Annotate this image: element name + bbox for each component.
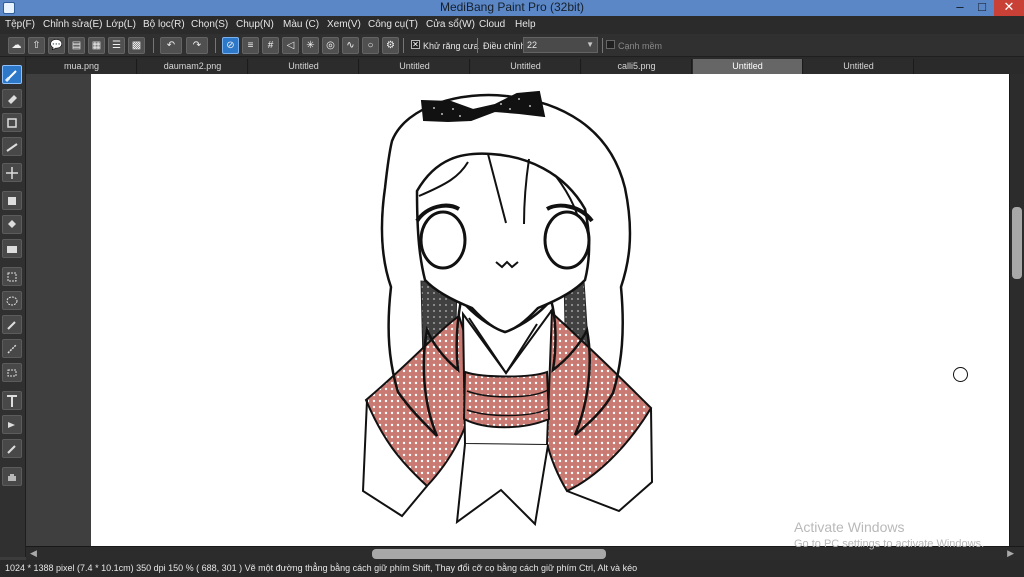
adjust-label: Điều chỉnh	[483, 41, 526, 51]
rectangle-tool-icon[interactable]	[2, 113, 22, 132]
toolbar-separator	[602, 38, 603, 53]
brush-cursor	[953, 367, 968, 382]
menu-edit[interactable]: Chỉnh sửa(E)	[43, 19, 103, 30]
radial-snap-icon[interactable]: ✳	[302, 37, 319, 54]
text-tool-icon[interactable]	[2, 391, 22, 410]
chevron-left-icon[interactable]: ◀	[30, 548, 37, 559]
horizontal-scrollbar[interactable]: ◀ ▶	[26, 546, 1024, 560]
layers-icon[interactable]: ☰	[108, 37, 125, 54]
eraser-tool-icon[interactable]	[2, 89, 22, 108]
tab-daumam2[interactable]: daumam2.png	[138, 59, 248, 74]
toolbar-separator	[403, 38, 404, 53]
toolbar-separator	[477, 38, 478, 53]
tools-panel	[0, 57, 26, 557]
menu-select[interactable]: Chọn(S)	[191, 19, 228, 30]
no-snap-icon[interactable]: ⊘	[222, 37, 239, 54]
menu-tools[interactable]: Công cụ(T)	[368, 19, 418, 30]
main-toolbar: ☁ ⇧ 💬 ▤ ▦ ☰ ▩ ↶ ↷ ⊘ ≡ # ◁ ✳ ◎ ∿ ○ ⚙ ✕ Kh…	[0, 34, 1024, 57]
menu-color[interactable]: Màu (C)	[283, 19, 319, 30]
move-tool-icon[interactable]	[2, 163, 22, 182]
soft-edge-label: Cạnh mềm	[618, 41, 663, 51]
toolbar-separator	[215, 38, 216, 53]
soft-edge-checkbox[interactable]	[606, 40, 615, 49]
note-icon[interactable]: ▤	[68, 37, 85, 54]
antialias-checkbox[interactable]: ✕	[411, 40, 420, 49]
select-eraser-tool-icon[interactable]	[2, 363, 22, 382]
tab-untitled[interactable]: Untitled	[471, 59, 581, 74]
horizontal-scroll-thumb[interactable]	[372, 549, 606, 559]
undo-icon[interactable]: ↶	[160, 37, 182, 54]
concentric-snap-icon[interactable]: ◎	[322, 37, 339, 54]
hand-tool-icon[interactable]	[2, 467, 22, 486]
magic-wand-tool-icon[interactable]	[2, 315, 22, 334]
curve-snap-icon[interactable]: ∿	[342, 37, 359, 54]
perspective-snap-icon[interactable]: ◁	[282, 37, 299, 54]
line-tool-icon[interactable]	[2, 137, 22, 156]
menu-cloud[interactable]: Cloud	[479, 19, 505, 30]
lasso-tool-icon[interactable]	[2, 291, 22, 310]
select-pen-tool-icon[interactable]	[2, 339, 22, 358]
grid-icon[interactable]: ▩	[128, 37, 145, 54]
menu-window[interactable]: Cửa sổ(W)	[426, 19, 475, 30]
menu-file[interactable]: Tệp(F)	[5, 19, 35, 30]
close-button[interactable]: ✕	[994, 0, 1024, 16]
drawing-canvas[interactable]	[91, 74, 1009, 546]
tab-calli5[interactable]: calli5.png	[582, 59, 692, 74]
title-bar: MediBang Paint Pro (32bit) – □ ✕	[0, 0, 1024, 16]
chevron-right-icon[interactable]: ▶	[1007, 548, 1014, 559]
gradient-tool-icon[interactable]	[2, 239, 22, 258]
eyedropper-tool-icon[interactable]	[2, 439, 22, 458]
tab-untitled[interactable]: Untitled	[804, 59, 914, 74]
vertical-scroll-thumb[interactable]	[1012, 207, 1022, 279]
window-title: MediBang Paint Pro (32bit)	[439, 0, 585, 14]
minimize-button[interactable]: –	[949, 0, 971, 16]
document-tabs: mua.png daumam2.png Untitled Untitled Un…	[0, 57, 1024, 74]
document-icon[interactable]: ▦	[88, 37, 105, 54]
tab-untitled[interactable]: Untitled	[360, 59, 470, 74]
brush-tool-icon[interactable]	[2, 65, 22, 84]
tab-untitled[interactable]: Untitled	[249, 59, 359, 74]
upload-icon[interactable]: ⇧	[28, 37, 45, 54]
fill-tool-icon[interactable]	[2, 191, 22, 210]
antialias-label: Khử răng cưa	[423, 41, 479, 51]
menu-help[interactable]: Help	[515, 19, 536, 30]
chevron-down-icon: ▼	[586, 40, 594, 49]
settings-icon[interactable]: ⚙	[382, 37, 399, 54]
adjust-combo[interactable]: 22 ▼	[523, 37, 598, 53]
menu-filter[interactable]: Bộ lọc(R)	[143, 19, 185, 30]
menu-layer[interactable]: Lớp(L)	[106, 19, 136, 30]
operation-tool-icon[interactable]	[2, 415, 22, 434]
bucket-tool-icon[interactable]	[2, 215, 22, 234]
tab-mua[interactable]: mua.png	[27, 59, 137, 74]
select-rect-tool-icon[interactable]	[2, 267, 22, 286]
cloud-icon[interactable]: ☁	[8, 37, 25, 54]
chibi-artwork	[361, 90, 654, 527]
menu-view[interactable]: Xem(V)	[327, 19, 361, 30]
vertical-scrollbar[interactable]	[1009, 74, 1024, 546]
toolbar-separator	[153, 38, 154, 53]
menu-snapshot[interactable]: Chụp(N)	[236, 19, 274, 30]
menu-bar: Tệp(F) Chỉnh sửa(E) Lớp(L) Bộ lọc(R) Chọ…	[0, 16, 1024, 34]
maximize-button[interactable]: □	[971, 0, 993, 16]
comment-icon[interactable]: 💬	[48, 37, 65, 54]
adjust-value: 22	[527, 40, 538, 50]
parallel-snap-icon[interactable]: ≡	[242, 37, 259, 54]
tab-untitled-active[interactable]: Untitled	[693, 59, 803, 74]
ellipse-snap-icon[interactable]: ○	[362, 37, 379, 54]
status-bar: 1024 * 1388 pixel (7.4 * 10.1cm) 350 dpi…	[0, 560, 1024, 577]
grid-snap-icon[interactable]: #	[262, 37, 279, 54]
redo-icon[interactable]: ↷	[186, 37, 208, 54]
